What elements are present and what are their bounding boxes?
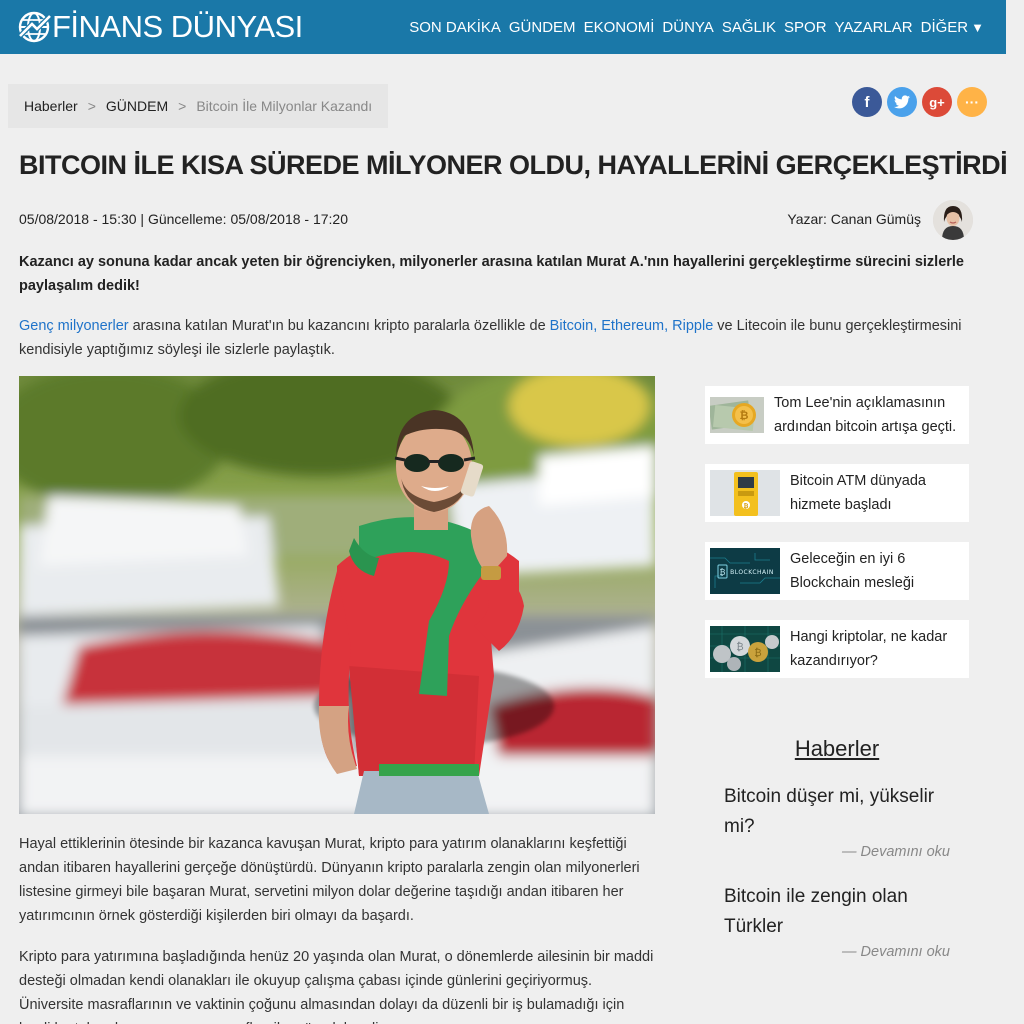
article-paragraph-1: Hayal ettiklerinin ötesinde bir kazanca … [19, 836, 640, 924]
nav-ekonomi[interactable]: EKONOMİ [584, 19, 655, 36]
breadcrumb-current: Bitcoin İle Milyonlar Kazandı [196, 98, 373, 114]
article-lead: Kazancı ay sonuna kadar ancak yeten bir … [19, 254, 964, 294]
svg-text:₿: ₿ [720, 568, 726, 577]
nav-diger[interactable]: DİĞER ▼ [921, 19, 984, 36]
more-icon[interactable]: ··· [957, 87, 987, 117]
card-title: Tom Lee'nin açıklamasının ardından bitco… [774, 395, 957, 435]
nav-yazarlar[interactable]: YAZARLAR [835, 19, 913, 36]
svg-text:₿: ₿ [744, 503, 749, 510]
facebook-icon[interactable]: f [852, 87, 882, 117]
card-thumbnail: ₿ [710, 470, 780, 516]
google-plus-icon[interactable]: g+ [922, 87, 952, 117]
nav-son-dakika[interactable]: SON DAKİKA [409, 19, 501, 36]
caret-down-icon: ▼ [971, 19, 984, 35]
article-paragraph-2: Kripto para yatırımına başladığında henü… [19, 949, 654, 1024]
breadcrumb-gundem[interactable]: GÜNDEM [106, 98, 168, 114]
logo-text: FİNANS DÜNYASI [52, 9, 303, 44]
card-thumbnail: ₿ BLOCKCHAIN [710, 548, 780, 594]
svg-text:₿: ₿ [740, 409, 749, 422]
nav-diger-label: DİĞER [920, 18, 969, 36]
link-genc-milyonerler[interactable]: Genç milyonerler [19, 318, 129, 334]
sidebar-news-item-2[interactable]: Bitcoin ile zengin olan Türkler [724, 882, 954, 942]
nav-dunya[interactable]: DÜNYA [662, 19, 713, 36]
main-nav: SON DAKİKA GÜNDEM EKONOMİ DÜNYA SAĞLIK S… [401, 0, 984, 54]
sidebar-news-item-1[interactable]: Bitcoin düşer mi, yükselir mi? [724, 782, 954, 842]
nav-spor[interactable]: SPOR [784, 19, 827, 36]
author-avatar[interactable] [933, 200, 973, 240]
sidebar-news-heading[interactable]: Haberler [705, 736, 969, 762]
site-logo[interactable]: FİNANS DÜNYASI [18, 8, 303, 46]
article-hero-image [19, 376, 655, 814]
article-title: BITCOIN İLE KISA SÜREDE MİLYONER OLDU, H… [19, 150, 1008, 180]
author-portrait [933, 200, 973, 240]
svg-text:BLOCKCHAIN: BLOCKCHAIN [730, 569, 774, 576]
link-crypto-coins[interactable]: Bitcoin, Ethereum, Ripple [550, 318, 714, 334]
related-card-tom-lee[interactable]: ₿ Tom Lee'nin açıklamasının ardından bit… [705, 386, 969, 444]
breadcrumb-separator: > [178, 98, 187, 114]
blockchain-thumb: ₿ BLOCKCHAIN [710, 548, 780, 594]
card-title: Bitcoin ATM dünyada hizmete başladı [790, 473, 926, 513]
social-share: f g+ ··· [852, 87, 992, 117]
svg-text:₿: ₿ [754, 647, 761, 659]
top-navbar: FİNANS DÜNYASI SON DAKİKA GÜNDEM EKONOMİ… [0, 0, 1006, 54]
read-more-link-1[interactable]: — Devamını oku [724, 844, 950, 860]
related-card-blockchain[interactable]: ₿ BLOCKCHAIN Geleceğin en iyi 6 Blockcha… [705, 542, 969, 600]
related-card-bitcoin-atm[interactable]: ₿ Bitcoin ATM dünyada hizmete başladı [705, 464, 969, 522]
related-card-kriptolar[interactable]: ₿ ₿ Hangi kriptolar, ne kadar kazandırıy… [705, 620, 969, 678]
bitcoin-atm-thumb: ₿ [710, 470, 780, 516]
author-name[interactable]: Yazar: Canan Gümüş [787, 211, 921, 227]
card-title: Geleceğin en iyi 6 Blockchain mesleği [790, 551, 915, 591]
article-intro: Genç milyonerler arasına katılan Murat'ı… [19, 314, 979, 362]
twitter-bird-icon [894, 95, 910, 109]
globe-icon [18, 11, 52, 43]
breadcrumb-separator: > [87, 98, 96, 114]
article-dates: 05/08/2018 - 15:30 | Güncelleme: 05/08/2… [19, 211, 348, 227]
breadcrumb: Haberler > GÜNDEM > Bitcoin İle Milyonla… [8, 84, 389, 128]
nav-gundem[interactable]: GÜNDEM [509, 19, 576, 36]
twitter-icon[interactable] [887, 87, 917, 117]
card-thumbnail: ₿ ₿ [710, 626, 780, 672]
breadcrumb-haberler[interactable]: Haberler [24, 98, 78, 114]
nav-saglik[interactable]: SAĞLIK [722, 19, 776, 36]
intro-text-1: arasına katılan Murat'ın bu kazancını kr… [128, 318, 550, 334]
man-on-phone-photo [19, 376, 655, 814]
card-title: Hangi kriptolar, ne kadar kazandırıyor? [790, 629, 948, 669]
crypto-coins-thumb: ₿ ₿ [710, 626, 780, 672]
svg-text:₿: ₿ [736, 641, 743, 653]
read-more-link-2[interactable]: — Devamını oku [724, 944, 950, 960]
card-thumbnail: ₿ [710, 397, 764, 433]
bitcoin-coin-banknotes-thumb: ₿ [710, 397, 764, 433]
